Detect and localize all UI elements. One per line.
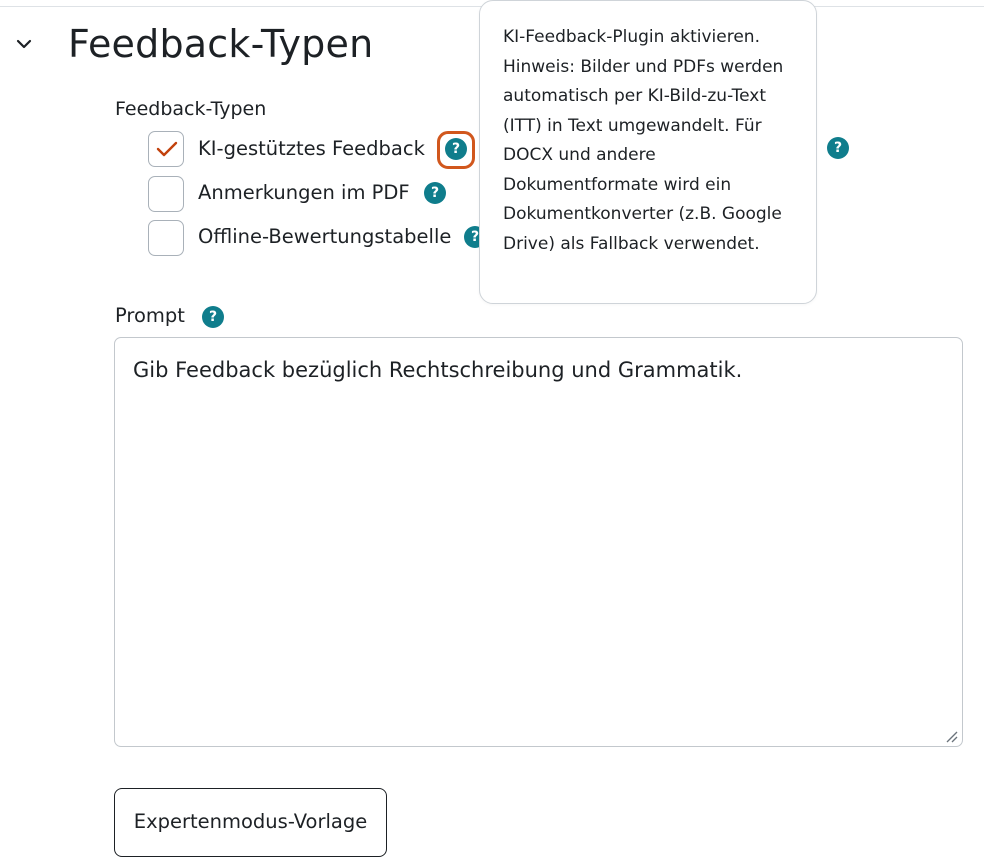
popover-line: automatisch per KI-Bild-zu-Text <box>503 86 767 106</box>
help-icon-hidden-option[interactable]: ? <box>827 137 849 159</box>
checkmark-icon <box>156 141 178 157</box>
checkbox-label-pdf-annotations[interactable]: Anmerkungen im PDF <box>198 181 410 204</box>
popover-line: Hinweis: Bilder und PDFs werden <box>503 56 784 77</box>
popover-line: (ITT) in Text umgewandelt. Für <box>503 115 762 136</box>
resize-grip-icon[interactable] <box>946 731 958 743</box>
help-popover: KI-Feedback-Plugin aktivieren. Hinweis: … <box>479 0 817 304</box>
checkbox-ai-feedback[interactable] <box>148 131 184 167</box>
popover-line: Drive) als Fallback verwendet. <box>503 233 760 254</box>
checkbox-pdf-annotations[interactable] <box>148 176 184 212</box>
prompt-label: Prompt <box>115 304 185 327</box>
help-icon-prompt[interactable]: ? <box>202 306 224 328</box>
feedback-types-label: Feedback-Typen <box>115 98 267 120</box>
prompt-text: Gib Feedback bezüglich Rechtschreibung u… <box>133 358 743 382</box>
popover-body: KI-Feedback-Plugin aktivieren. Hinweis: … <box>503 23 796 259</box>
checkbox-label-offline-grading[interactable]: Offline-Bewertungstabelle <box>198 225 451 248</box>
expert-mode-template-button[interactable]: Expertenmodus-Vorlage <box>114 788 387 857</box>
prompt-textarea[interactable]: Gib Feedback bezüglich Rechtschreibung u… <box>114 337 963 747</box>
help-icon-ai-feedback[interactable]: ? <box>445 138 467 160</box>
popover-line: Dokumentformate wird ein <box>503 174 732 195</box>
checkbox-offline-grading[interactable] <box>148 220 184 256</box>
popover-line: Dokumentkonverter (z.B. Google <box>503 204 782 224</box>
section-title: Feedback-Typen <box>68 22 374 66</box>
checkbox-label-ai-feedback[interactable]: KI-gestütztes Feedback <box>198 137 425 160</box>
chevron-down-icon[interactable] <box>14 34 34 54</box>
popover-line: KI-Feedback-Plugin aktivieren. <box>503 27 760 47</box>
popover-line: DOCX und andere <box>503 145 656 165</box>
help-icon-pdf-annotations[interactable]: ? <box>424 182 446 204</box>
